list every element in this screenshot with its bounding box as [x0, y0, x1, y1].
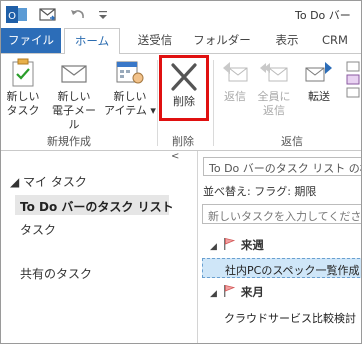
delete-button[interactable]: 削除 [159, 55, 209, 121]
svg-text:O: O [8, 11, 16, 22]
new-email-label-line1: 新しい [57, 90, 91, 103]
new-items-button[interactable]: 新しい アイテム ▾ [104, 58, 156, 118]
sidebar-item-tasks[interactable]: タスク [20, 221, 56, 238]
group-separator [157, 60, 158, 146]
window-title: To Do バー [295, 9, 351, 22]
group-label: 来週 [240, 238, 264, 252]
send-receive-icon[interactable] [38, 5, 58, 25]
more-respond-icon [346, 61, 360, 98]
reply-icon [223, 62, 248, 82]
reply-all-icon [260, 63, 288, 82]
reply-label: 返信 [224, 90, 246, 103]
forward-button[interactable]: 転送 [299, 58, 339, 104]
flag-icon [223, 284, 236, 297]
group-label-new: 新規作成 [47, 135, 91, 148]
task-row[interactable]: 社内PCのスペック一覧作成 [202, 258, 361, 278]
collapse-triangle-icon: ◢ [210, 242, 217, 252]
new-email-label-line2: 電子メール [52, 104, 96, 131]
ribbon: 新しい タスク 新しい 電子メール 新しい アイテム ▾ 削除 返信 全員に 返… [1, 53, 361, 151]
ribbon-tabs: ファイル ホーム 送受信 フォルダー 表示 CRM [1, 28, 361, 54]
collapse-triangle-icon: ◢ [210, 289, 217, 299]
tab-crm[interactable]: CRM [315, 28, 355, 53]
new-task-label-line2: タスク [6, 104, 40, 117]
group-separator [213, 60, 214, 146]
group-label-respond: 返信 [281, 135, 303, 148]
new-items-label-line1: 新しい [113, 90, 147, 103]
reply-button[interactable]: 返信 [219, 58, 251, 104]
sidebar-item-label: To Do バーのタスク リスト [20, 200, 174, 214]
group-header-next-week[interactable]: ◢ 来週 [210, 237, 264, 253]
sort-label[interactable]: 並べ替え: フラグ: 期限 [203, 183, 316, 199]
new-items-label-line2: アイテム ▾ [104, 104, 156, 117]
task-list-pane: To Do バーのタスク リスト の検索 並べ替え: フラグ: 期限 新しいタス… [198, 151, 361, 343]
flag-icon [223, 237, 236, 250]
sidebar-item-todo-bar-task-list[interactable]: To Do バーのタスク リスト [15, 195, 174, 215]
search-input[interactable]: To Do バーのタスク リスト の検索 [203, 157, 361, 176]
undo-icon[interactable] [68, 5, 88, 25]
outlook-icon[interactable]: O [6, 5, 28, 25]
quick-access-dropdown-icon[interactable] [97, 5, 109, 25]
new-task-button[interactable]: 新しい タスク [5, 58, 41, 118]
new-task-label-line1: 新しい [6, 90, 40, 103]
folder-pane: ◢ マイ タスク To Do バーのタスク リスト タスク 共有のタスク [1, 151, 197, 343]
delete-x-icon [171, 63, 197, 91]
new-email-icon [61, 65, 87, 83]
title-bar: O To Do バー [1, 1, 361, 28]
sidebar-item-shared-tasks[interactable]: 共有のタスク [20, 265, 92, 282]
group-label: 来月 [240, 285, 264, 299]
new-task-icon [12, 58, 34, 87]
new-email-button[interactable]: 新しい 電子メール [49, 58, 99, 132]
new-items-icon [116, 61, 144, 84]
outlook-window: O To Do バー ファイル ホーム 送受信 フォルダー 表示 CRM 新しい… [0, 0, 362, 344]
reply-all-label-line1: 全員に [257, 90, 291, 103]
group-label-delete: 削除 [172, 135, 194, 148]
collapse-pane-icon[interactable]: < [171, 151, 179, 162]
delete-label: 削除 [173, 95, 195, 108]
more-respond-button[interactable] [343, 58, 361, 100]
forward-icon [305, 62, 332, 82]
tab-view[interactable]: 表示 [265, 28, 309, 53]
forward-label: 転送 [308, 90, 330, 103]
new-task-input[interactable]: 新しいタスクを入力してください [202, 204, 361, 224]
tab-folder[interactable]: フォルダー [189, 28, 255, 53]
reply-all-button[interactable]: 全員に 返信 [256, 58, 292, 118]
my-tasks-header[interactable]: ◢ マイ タスク [10, 173, 87, 190]
reply-all-label-line2: 返信 [263, 104, 285, 117]
tab-home[interactable]: ホーム [64, 28, 120, 54]
tab-send-receive[interactable]: 送受信 [127, 28, 183, 53]
task-row[interactable]: クラウドサービス比較検討 [202, 307, 361, 327]
group-header-next-month[interactable]: ◢ 来月 [210, 284, 264, 300]
tab-file[interactable]: ファイル [1, 28, 61, 53]
